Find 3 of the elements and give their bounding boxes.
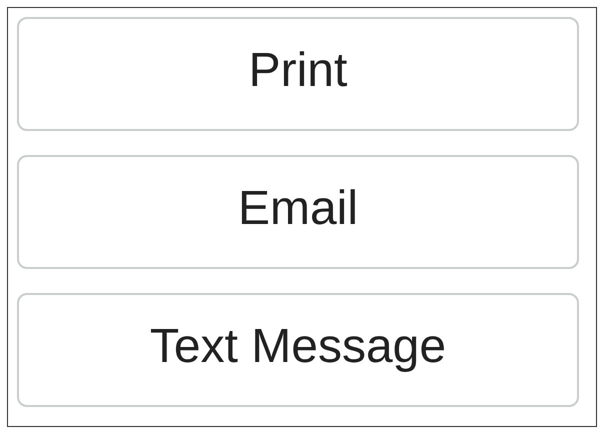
- action-button[interactable]: Text Message: [17, 293, 579, 407]
- action-button[interactable]: Email: [17, 155, 579, 269]
- action-button[interactable]: Print: [17, 17, 579, 131]
